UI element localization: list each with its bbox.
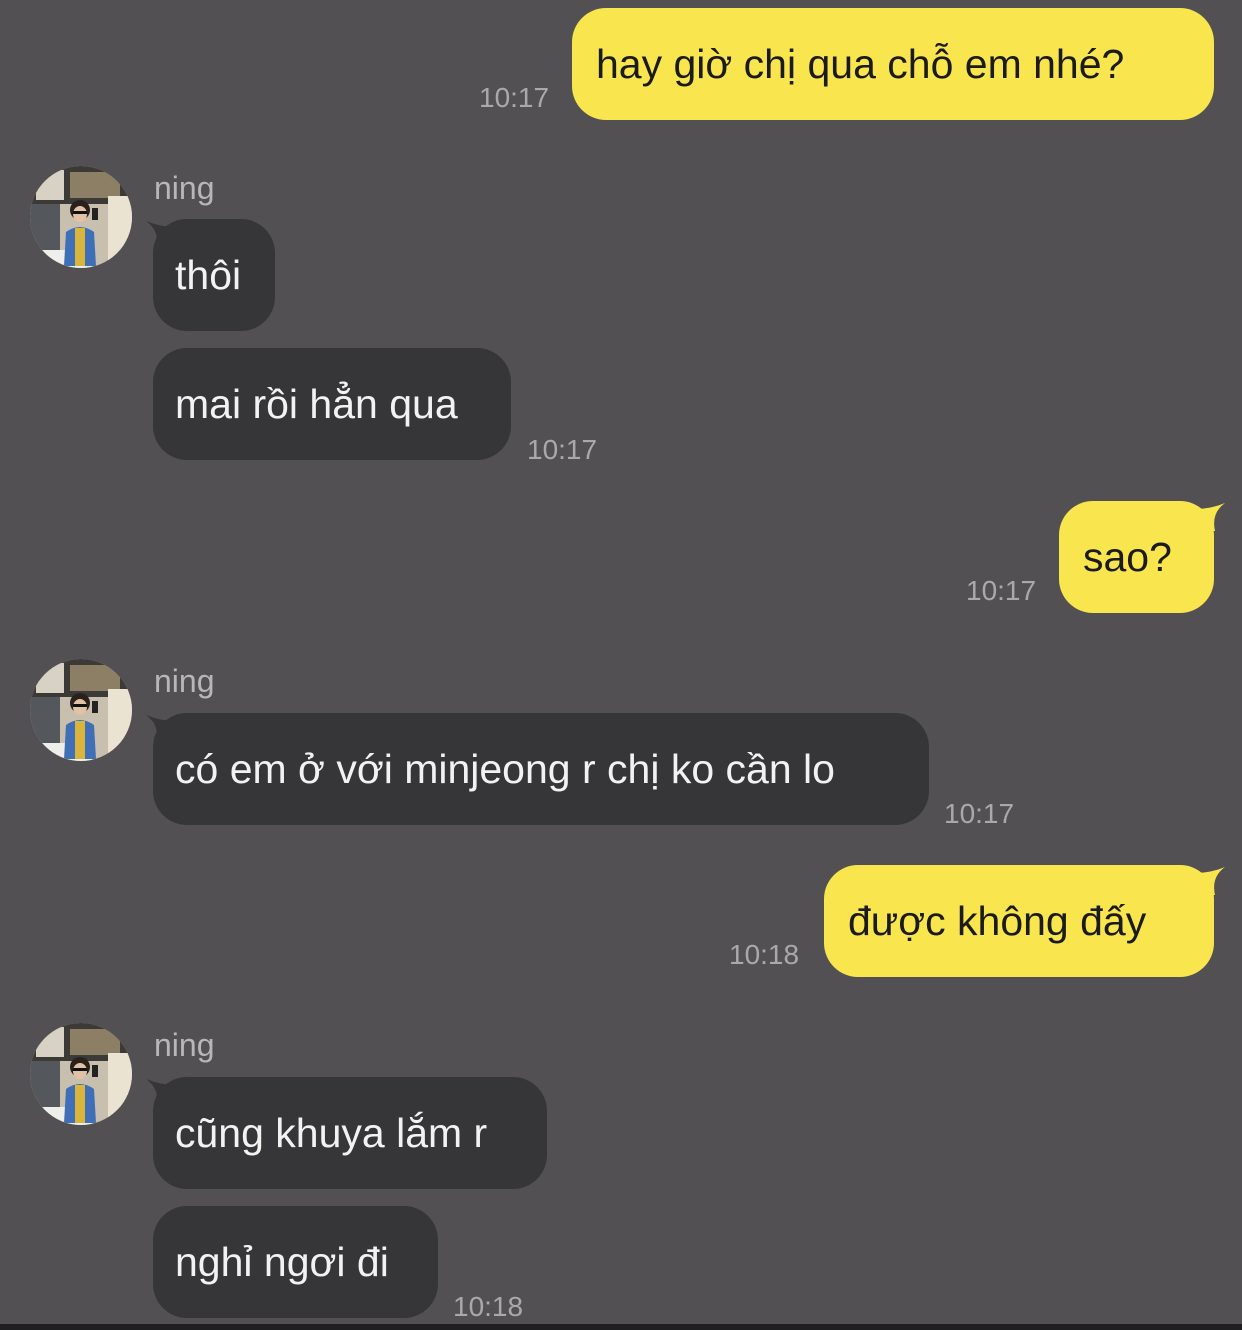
received-message-bubble[interactable]: nghỉ ngơi đi [153,1206,438,1318]
contact-avatar[interactable] [30,659,132,761]
sent-message-bubble[interactable]: hay giờ chị qua chỗ em nhé? [572,8,1214,120]
message-timestamp: 10:17 [479,82,550,113]
message-timestamp: 10:18 [453,1291,524,1322]
contact-avatar[interactable] [30,1023,132,1125]
received-message-bubble[interactable]: mai rồi hẳn qua [153,348,511,460]
received-message-bubble[interactable]: cũng khuya lắm r [153,1077,547,1189]
sent-message-bubble[interactable]: sao? [1059,501,1214,613]
sent-message-bubble[interactable]: được không đấy [824,865,1214,977]
sender-name: ning [154,1027,215,1063]
sender-name: ning [154,170,215,206]
contact-avatar[interactable] [30,166,132,268]
message-timestamp: 10:17 [527,434,598,465]
message-timestamp: 10:17 [966,575,1037,606]
bubble-tail [1195,867,1225,895]
bubble-tail [1195,503,1225,531]
received-message-bubble[interactable]: thôi [153,219,275,331]
message-timestamp: 10:17 [944,798,1015,829]
bottom-edge [0,1324,1242,1330]
sender-name: ning [154,663,215,699]
message-timestamp: 10:18 [729,939,800,970]
received-message-bubble[interactable]: có em ở với minjeong r chị ko cần lo [153,713,929,825]
